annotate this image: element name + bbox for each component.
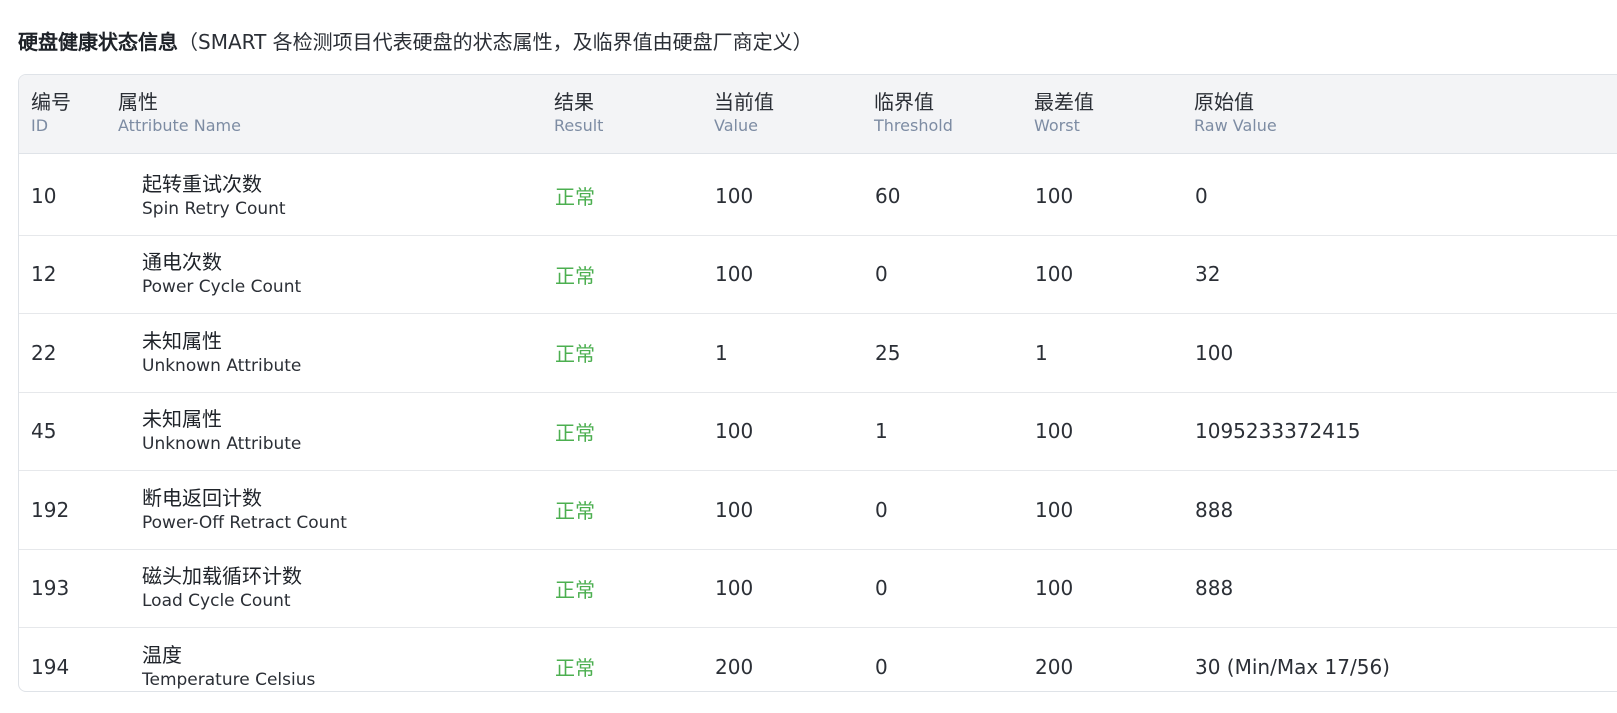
attribute-name-en: Power Cycle Count <box>142 277 302 297</box>
cell-worst: 1 <box>1035 340 1048 365</box>
cell-attribute-name: 磁头加载循环计数 Load Cycle Count <box>142 550 302 627</box>
cell-raw-value: 32 <box>1195 262 1221 286</box>
header-worst: 最差值 Worst <box>1034 89 1094 137</box>
cell-threshold: 1 <box>875 419 888 443</box>
table-header: 编号 ID 属性 Attribute Name 结果 Result 当前值 Va… <box>19 75 1617 154</box>
cell-id: 45 <box>31 419 57 443</box>
cell-worst: 100 <box>1035 497 1074 522</box>
attribute-name-zh: 未知属性 <box>142 328 222 353</box>
cell-threshold: 0 <box>875 497 888 522</box>
header-attribute-name-en: Attribute Name <box>118 116 241 135</box>
cell-threshold: 0 <box>875 576 888 600</box>
header-threshold: 临界值 Threshold <box>874 89 953 137</box>
cell-raw-value: 30 (Min/Max 17/56) <box>1195 654 1390 679</box>
cell-raw-value: 888 <box>1195 497 1234 522</box>
cell-threshold: 0 <box>875 654 888 679</box>
cell-result: 正常 <box>555 499 595 523</box>
table-row: 194 温度 Temperature Celsius 正常 200 0 200 … <box>19 628 1617 691</box>
cell-id: 194 <box>31 654 70 679</box>
cell-value: 1 <box>715 340 728 365</box>
cell-value: 100 <box>715 262 754 286</box>
header-threshold-en: Threshold <box>874 116 953 135</box>
header-worst-en: Worst <box>1034 116 1080 135</box>
header-raw-value-zh: 原始值 <box>1194 90 1254 114</box>
cell-result: 正常 <box>555 420 595 445</box>
attribute-name-zh: 起转重试次数 <box>142 171 262 196</box>
attribute-name-en: Temperature Celsius <box>142 669 316 690</box>
cell-id: 22 <box>31 340 57 365</box>
header-id-en: ID <box>31 116 49 135</box>
cell-raw-value: 888 <box>1195 576 1234 600</box>
attribute-name-zh: 断电返回计数 <box>142 485 262 510</box>
header-result-zh: 结果 <box>554 90 594 114</box>
header-value: 当前值 Value <box>714 89 774 137</box>
section-title: 硬盘健康状态信息（SMART 各检测项目代表硬盘的状态属性，及临界值由硬盘厂商定… <box>18 28 813 56</box>
attribute-name-en: Unknown Attribute <box>142 355 302 376</box>
cell-id: 10 <box>31 183 57 208</box>
cell-result: 正常 <box>555 577 595 602</box>
cell-attribute-name: 温度 Temperature Celsius <box>142 628 316 691</box>
smart-health-page: 硬盘健康状态信息（SMART 各检测项目代表硬盘的状态属性，及临界值由硬盘厂商定… <box>0 0 1617 713</box>
attribute-name-zh: 通电次数 <box>142 250 222 274</box>
cell-threshold: 60 <box>875 183 901 208</box>
header-value-zh: 当前值 <box>714 90 774 114</box>
table-row: 45 未知属性 Unknown Attribute 正常 100 1 100 1… <box>19 393 1617 471</box>
attribute-name-en: Power-Off Retract Count <box>142 512 347 533</box>
cell-raw-value: 100 <box>1195 340 1234 365</box>
table-body: 10 起转重试次数 Spin Retry Count 正常 100 60 100… <box>19 157 1617 691</box>
cell-attribute-name: 未知属性 Unknown Attribute <box>142 393 301 470</box>
cell-result: 正常 <box>555 185 595 209</box>
cell-value: 100 <box>715 183 754 208</box>
section-title-main: 硬盘健康状态信息 <box>18 30 178 54</box>
header-id-zh: 编号 <box>31 90 71 114</box>
header-attribute-name: 属性 Attribute Name <box>118 89 241 137</box>
attribute-name-en: Unknown Attribute <box>142 434 302 454</box>
header-value-en: Value <box>714 116 758 135</box>
attribute-name-zh: 磁头加载循环计数 <box>142 564 302 588</box>
table-row: 10 起转重试次数 Spin Retry Count 正常 100 60 100… <box>19 157 1617 236</box>
cell-attribute-name: 断电返回计数 Power-Off Retract Count <box>142 471 347 548</box>
header-worst-zh: 最差值 <box>1034 90 1094 114</box>
header-id: 编号 ID <box>31 89 71 137</box>
cell-threshold: 0 <box>875 262 888 286</box>
header-threshold-zh: 临界值 <box>874 90 934 114</box>
cell-result: 正常 <box>555 656 595 680</box>
cell-worst: 100 <box>1035 262 1074 286</box>
cell-worst: 100 <box>1035 576 1074 600</box>
cell-result: 正常 <box>555 263 595 288</box>
section-title-note: （SMART 各检测项目代表硬盘的状态属性，及临界值由硬盘厂商定义） <box>178 30 813 54</box>
cell-result: 正常 <box>555 342 595 366</box>
cell-id: 12 <box>31 262 57 286</box>
table-row: 12 通电次数 Power Cycle Count 正常 100 0 100 3… <box>19 236 1617 314</box>
attribute-name-en: Load Cycle Count <box>142 591 291 611</box>
cell-worst: 100 <box>1035 183 1074 208</box>
header-raw-value: 原始值 Raw Value <box>1194 89 1277 137</box>
cell-value: 100 <box>715 576 754 600</box>
attribute-name-en: Spin Retry Count <box>142 198 286 219</box>
cell-worst: 200 <box>1035 654 1074 679</box>
header-raw-value-en: Raw Value <box>1194 116 1277 135</box>
header-result: 结果 Result <box>554 89 603 137</box>
cell-id: 192 <box>31 497 70 522</box>
cell-raw-value: 0 <box>1195 183 1208 208</box>
cell-raw-value: 1095233372415 <box>1195 419 1361 443</box>
attribute-name-zh: 未知属性 <box>142 407 222 431</box>
cell-value: 100 <box>715 419 754 443</box>
cell-value: 100 <box>715 497 754 522</box>
cell-id: 193 <box>31 576 70 600</box>
cell-attribute-name: 起转重试次数 Spin Retry Count <box>142 157 286 234</box>
cell-value: 200 <box>715 654 754 679</box>
cell-threshold: 25 <box>875 340 901 365</box>
attribute-name-zh: 温度 <box>142 642 182 667</box>
header-result-en: Result <box>554 116 604 135</box>
cell-worst: 100 <box>1035 419 1074 443</box>
table-row: 22 未知属性 Unknown Attribute 正常 1 25 1 100 <box>19 314 1617 393</box>
cell-attribute-name: 未知属性 Unknown Attribute <box>142 314 301 391</box>
smart-attributes-table: 编号 ID 属性 Attribute Name 结果 Result 当前值 Va… <box>18 74 1617 692</box>
header-attribute-name-zh: 属性 <box>118 90 158 114</box>
table-row: 193 磁头加载循环计数 Load Cycle Count 正常 100 0 1… <box>19 550 1617 628</box>
table-row: 192 断电返回计数 Power-Off Retract Count 正常 10… <box>19 471 1617 550</box>
cell-attribute-name: 通电次数 Power Cycle Count <box>142 236 301 313</box>
